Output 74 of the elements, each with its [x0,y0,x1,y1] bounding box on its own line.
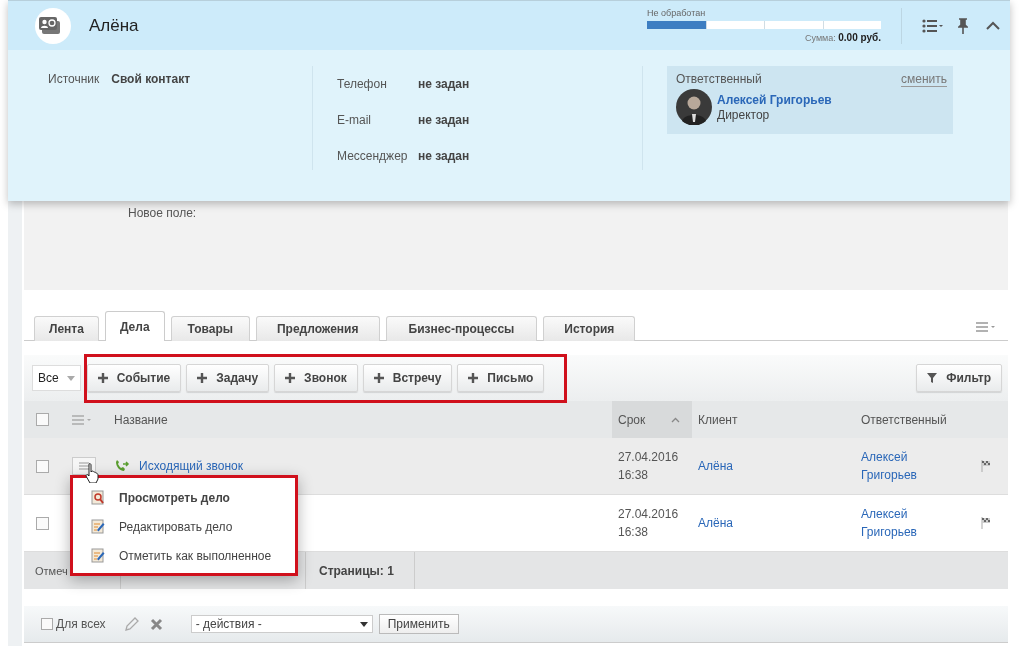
person-link[interactable]: Алексей Григорьев [717,92,832,107]
client-link[interactable]: Алёна [698,516,733,530]
delete-icon[interactable] [149,617,163,631]
deadline-text: 27.04.2016 16:38 [618,449,679,484]
plus-icon [197,373,208,383]
contact-icon [35,7,71,44]
view-document-icon [91,490,105,505]
field-value: не задан [418,113,470,127]
avatar [676,89,712,125]
person-position: Директор [717,107,771,122]
card-heading: Ответственный [676,72,762,87]
add-button[interactable]: Событие [86,364,182,392]
add-button[interactable]: Звонок [274,364,358,392]
column-header[interactable]: Срок [612,401,692,438]
tab[interactable]: Лента [34,316,99,341]
action-select[interactable]: - действия - [190,615,373,633]
phone-icon [114,459,130,473]
filter-icon [927,373,938,383]
checkbox[interactable] [36,459,49,473]
checkbox-label[interactable]: Для всех [56,617,106,631]
tab[interactable]: Бизнес-процессы [385,316,538,341]
plus-icon [97,373,108,383]
client-link[interactable]: Алёна [698,459,733,473]
collapse-icon[interactable] [986,21,1000,30]
field-label: Источник [48,72,100,86]
tab[interactable]: Предложения [255,316,380,341]
field-value: не задан [418,149,470,163]
change-link[interactable]: сменить [901,72,947,87]
plus-icon [373,373,384,383]
edit-document-icon [91,548,105,563]
pin-icon[interactable] [958,17,968,34]
deadline-text: 27.04.2016 16:38 [618,506,679,541]
checkbox[interactable] [41,618,53,630]
plus-icon [468,373,479,383]
tab[interactable]: Товары [170,316,250,341]
filter-select[interactable]: Все [32,365,81,391]
menu-item[interactable]: Редактировать дело [73,512,295,541]
dropdown-arrow-icon [359,621,368,627]
field-label: Новое поле: [128,206,197,220]
list-settings-icon[interactable] [922,18,944,33]
field-label: Мессенджер [337,149,409,163]
tab[interactable]: Дела [104,311,165,341]
responsible-link[interactable]: Алексей Григорьев [861,505,931,541]
field-label: Телефон [337,77,388,91]
selected-count-label: Отмеч [34,564,69,577]
responsible-link[interactable]: Алексей Григорьев [861,448,931,484]
add-button[interactable]: Задачу [186,364,270,392]
status-label: Не обработан [647,8,707,18]
menu-icon[interactable] [976,322,996,332]
filter-button[interactable]: Фильтр [916,364,1002,392]
field-value: не задан [418,77,470,91]
pencil-icon[interactable] [123,616,140,632]
activity-link[interactable]: Исходящий звонок [139,459,243,473]
flag-icon[interactable] [981,460,991,472]
column-header[interactable]: Клиент [692,401,855,438]
checkbox[interactable] [36,413,49,426]
sort-ascending-icon [671,416,681,423]
checkbox[interactable] [36,516,49,530]
dropdown-arrow-icon [66,375,75,381]
add-button[interactable]: Письмо [457,364,545,392]
plus-icon [285,373,296,383]
pages-label: Страницы: 1 [318,563,395,578]
apply-button[interactable]: Применить [378,614,459,634]
field-value: Свой контакт [111,72,191,86]
field-label: E-mail [337,113,372,127]
add-button[interactable]: Встречу [362,364,453,392]
flag-icon[interactable] [981,517,991,529]
tab[interactable]: История [543,316,636,341]
sum-text: Сумма: 0.00 руб. [804,32,881,43]
contact-name: Алёна [89,15,139,36]
status-progress-bar[interactable] [647,21,881,29]
edit-document-icon [91,519,105,534]
column-header[interactable]: Ответственный [855,401,975,438]
column-header[interactable]: Название [108,401,612,438]
